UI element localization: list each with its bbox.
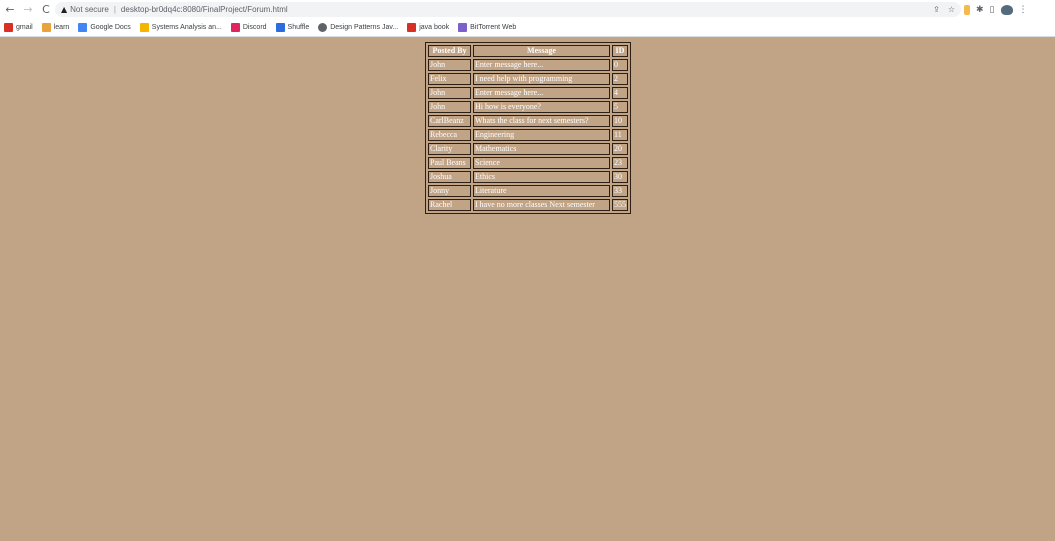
forum-table-container: Posted By Message ID John Enter message h… — [425, 42, 631, 214]
globe-icon — [318, 23, 328, 32]
cell-posted-by: Jonny — [428, 185, 471, 197]
table-row: Jonny Literature 33 — [428, 185, 628, 197]
cell-id: 33 — [612, 185, 628, 197]
header-posted-by: Posted By — [428, 45, 471, 57]
bookmark-label: java book — [419, 24, 450, 31]
table-row: Rachel I have no more classes Next semest… — [428, 199, 628, 211]
bookmark-label: learn — [53, 24, 70, 31]
cell-posted-by: John — [428, 59, 471, 71]
docs-icon — [78, 23, 88, 32]
url-text: desktop-br0dq4c:8080/FinalProject/Forum.… — [120, 5, 288, 14]
learn-icon — [41, 23, 51, 32]
table-row: Paul Beans Science 23 — [428, 157, 628, 169]
bookmark-item[interactable]: Discord — [230, 23, 267, 32]
table-row: Rebecca Engineering 11 — [428, 129, 628, 141]
bookmark-label: Discord — [242, 24, 267, 31]
forward-arrow-icon[interactable]: → — [19, 0, 37, 19]
cell-message: Literature — [473, 185, 610, 197]
cell-id: 555 — [612, 199, 628, 211]
bookmark-item[interactable]: gmail — [4, 23, 33, 32]
address-bar[interactable]: ▲ Not secure | desktop-br0dq4c:8080/Fina… — [55, 2, 961, 17]
cell-posted-by: Rachel — [428, 199, 471, 211]
puzzle-extensions-icon[interactable]: ✱ — [976, 5, 984, 15]
cell-posted-by: Felix — [428, 73, 471, 85]
cell-id: 4 — [612, 87, 628, 99]
forum-table: Posted By Message ID John Enter message h… — [426, 43, 630, 213]
back-arrow-icon[interactable]: ← — [1, 0, 19, 19]
cell-id: 2 — [612, 73, 628, 85]
bookmark-label: Systems Analysis an... — [151, 24, 222, 31]
bookmark-label: Google Docs — [90, 24, 131, 31]
table-row: Clarity Mathematics 20 — [428, 143, 628, 155]
table-row: Felix I need help with programming 2 — [428, 73, 628, 85]
bookmark-star-icon[interactable]: ☆ — [948, 5, 955, 14]
cell-message: Engineering — [473, 129, 610, 141]
bookmark-item[interactable]: BitTorrent Web — [458, 23, 516, 32]
cell-message: I need help with programming — [473, 73, 610, 85]
profile-avatar-icon[interactable] — [1000, 4, 1013, 15]
cell-posted-by: Joshua — [428, 171, 471, 183]
bookmark-label: BitTorrent Web — [470, 24, 517, 31]
shuffle-icon — [275, 23, 285, 32]
bookmark-item[interactable]: learn — [41, 23, 70, 32]
bookmark-label: gmail — [16, 24, 33, 31]
bookmark-label: Shuffle — [287, 24, 310, 31]
extension-icon[interactable] — [964, 4, 970, 15]
cell-id: 11 — [612, 129, 628, 141]
bookmarks-bar: gmail learn Google Docs Systems Analysis an… — [0, 19, 1055, 37]
menu-kebab-icon[interactable]: ⋮ — [1019, 5, 1028, 15]
header-message: Message — [473, 45, 610, 57]
cell-id: 30 — [612, 171, 628, 183]
bookmark-item[interactable]: Design Patterns Jav... — [318, 23, 398, 32]
share-icon[interactable]: ⇪ — [933, 5, 940, 14]
bookmark-item[interactable]: Google Docs — [78, 23, 131, 32]
bittorrent-icon — [458, 23, 468, 32]
cell-id: 5 — [612, 101, 628, 113]
cell-message: Enter message here... — [473, 87, 610, 99]
cell-posted-by: Rebecca — [428, 129, 471, 141]
table-row: John Enter message here... 0 — [428, 59, 628, 71]
browser-toolbar: ← → C ▲ Not secure | desktop-br0dq4c:808… — [0, 0, 1055, 19]
cell-posted-by: Paul Beans — [428, 157, 471, 169]
cell-message: Hi how is everyone? — [473, 101, 610, 113]
cell-message: Ethics — [473, 171, 610, 183]
bookmark-item[interactable]: Shuffle — [275, 23, 310, 32]
cell-message: Mathematics — [473, 143, 610, 155]
table-row: Joshua Ethics 30 — [428, 171, 628, 183]
reload-icon[interactable]: C — [37, 0, 55, 19]
table-header-row: Posted By Message ID — [428, 45, 628, 57]
address-separator: | — [113, 5, 116, 14]
systems-icon — [139, 23, 149, 32]
gmail-icon — [4, 23, 13, 32]
cell-id: 0 — [612, 59, 628, 71]
side-panel-icon[interactable]: ▯ — [990, 5, 995, 15]
table-row: CarlBeanz Whats the class for next semest… — [428, 115, 628, 127]
bookmark-item[interactable]: java book — [407, 23, 449, 32]
security-label: Not secure — [70, 5, 109, 14]
cell-posted-by: John — [428, 87, 471, 99]
java-book-icon — [407, 23, 417, 32]
header-id: ID — [612, 45, 628, 57]
cell-message: Whats the class for next semesters? — [473, 115, 610, 127]
cell-posted-by: CarlBeanz — [428, 115, 471, 127]
cell-message: I have no more classes Next semester — [473, 199, 610, 211]
bookmark-label: Design Patterns Jav... — [330, 24, 399, 31]
discord-icon — [230, 23, 240, 32]
cell-posted-by: John — [428, 101, 471, 113]
cell-id: 23 — [612, 157, 628, 169]
cell-id: 10 — [612, 115, 628, 127]
cell-message: Science — [473, 157, 610, 169]
bookmark-item[interactable]: Systems Analysis an... — [139, 23, 222, 32]
cell-id: 20 — [612, 143, 628, 155]
table-row: John Hi how is everyone? 5 — [428, 101, 628, 113]
table-row: John Enter message here... 4 — [428, 87, 628, 99]
cell-posted-by: Clarity — [428, 143, 471, 155]
warning-icon: ▲ — [61, 5, 68, 14]
cell-message: Enter message here... — [473, 59, 610, 71]
